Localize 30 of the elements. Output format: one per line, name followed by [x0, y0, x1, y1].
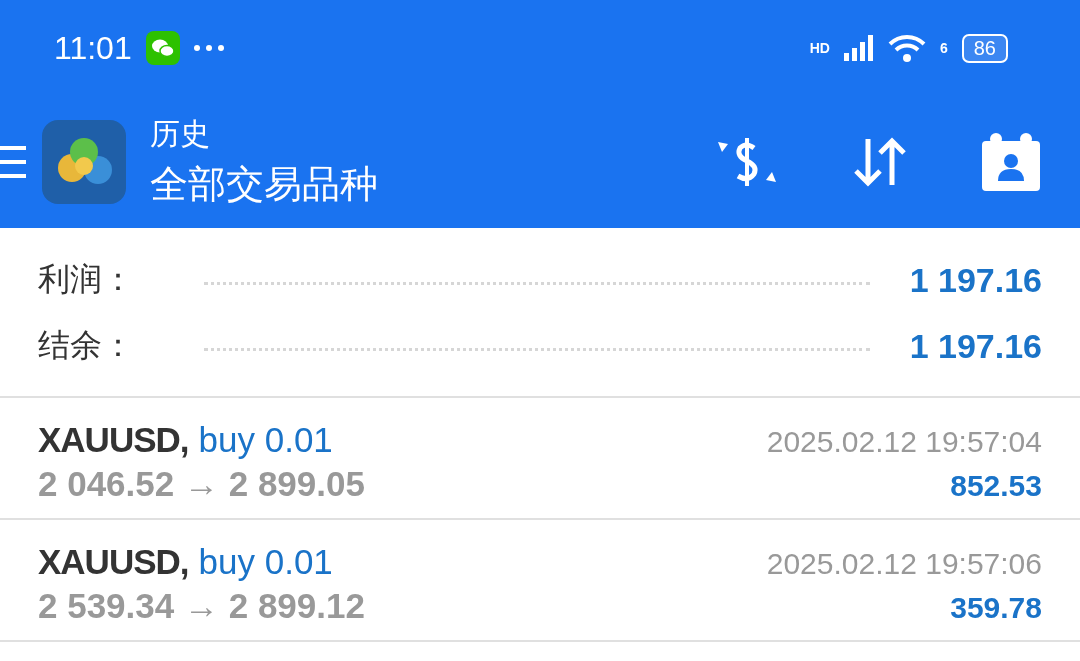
trade-order: buy 0.01 [198, 420, 333, 459]
wifi-icon [887, 34, 926, 62]
battery-indicator: 86 [961, 33, 1008, 63]
calendar-button[interactable] [980, 131, 1042, 193]
trade-profit: 852.53 [950, 469, 1042, 503]
trade-time: 2025.02.12 19:57:04 [766, 425, 1042, 459]
app-logo-icon [42, 120, 126, 204]
network-type: HD [809, 40, 830, 56]
trade-row[interactable]: XAUUSD, buy 0.01 2025.02.12 19:57:04 2 046.52 → 2 899.05 852.53 [0, 398, 1080, 520]
signal-icon [843, 35, 874, 61]
clock-time: 11:01 [54, 29, 132, 67]
summary-value: 1 197.16 [909, 260, 1042, 300]
screen-subtitle: 全部交易品种 [150, 162, 378, 207]
wifi-standard: 6 [939, 40, 948, 56]
summary-label: 结余： [38, 326, 134, 365]
trade-prices: 2 539.34 → 2 899.12 [38, 586, 365, 626]
more-icon [193, 45, 224, 51]
calendar-person-icon [980, 131, 1042, 193]
menu-icon[interactable] [0, 144, 26, 180]
chat-app-icon [145, 31, 180, 65]
trade-prices: 2 046.52 → 2 899.05 [38, 464, 365, 504]
trade-order: buy 0.01 [198, 542, 333, 581]
summary-value: 1 197.16 [909, 326, 1042, 366]
trade-row[interactable]: XAUUSD, buy 0.01 2025.02.12 19:57:06 2 539.34 → 2 899.12 359.78 [0, 520, 1080, 642]
summary-label: 利润： [38, 260, 134, 299]
trade-time: 2025.02.12 19:57:06 [766, 547, 1042, 581]
trade-profit: 359.78 [950, 591, 1042, 625]
trade-symbol: XAUUSD, [38, 420, 189, 459]
screen-title: 历史 [150, 116, 211, 152]
trade-symbol: XAUUSD, [38, 542, 189, 581]
